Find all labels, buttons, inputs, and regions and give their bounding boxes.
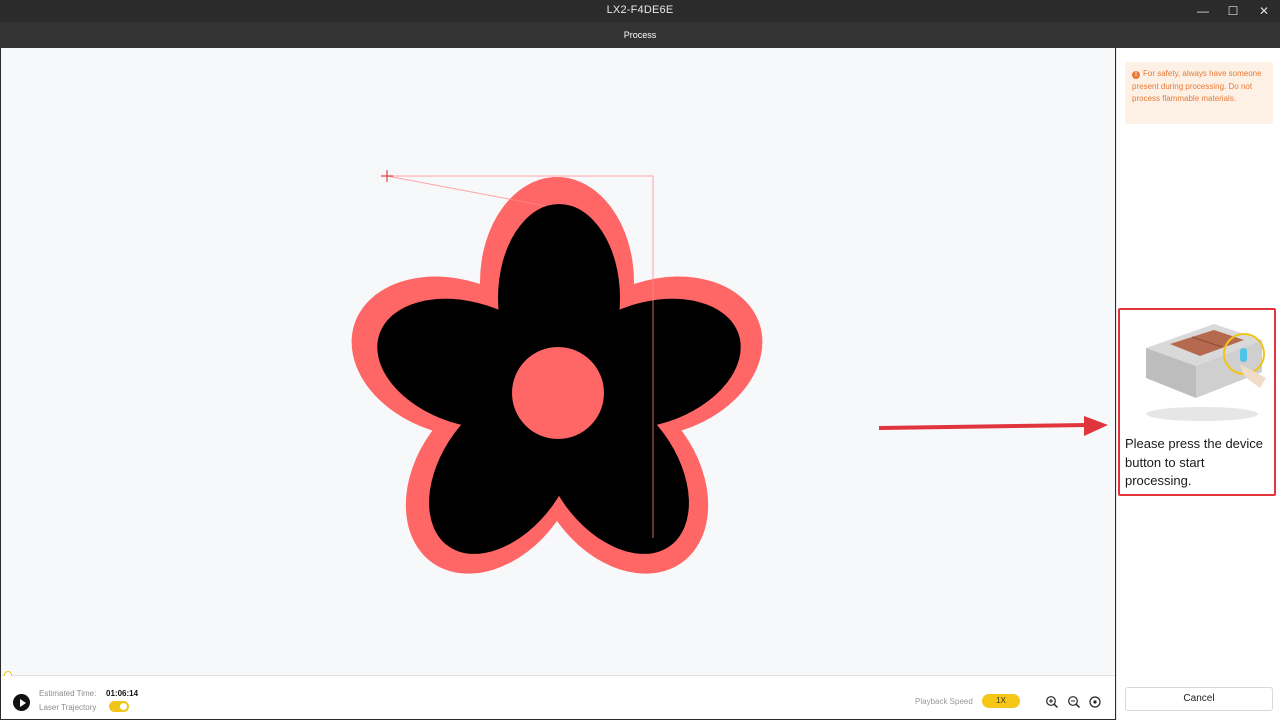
laser-trajectory-label: Laser Trajectory bbox=[39, 703, 97, 712]
minimize-icon[interactable]: — bbox=[1188, 0, 1218, 22]
safety-notice-text: For safety, always have someone present … bbox=[1132, 69, 1262, 103]
device-illustration-icon bbox=[1146, 324, 1266, 421]
process-header: Process bbox=[0, 22, 1280, 48]
estimated-time-value: 01:06:14 bbox=[106, 689, 139, 698]
zoom-in-icon[interactable] bbox=[1045, 695, 1059, 709]
play-icon[interactable] bbox=[13, 694, 30, 711]
flower-center bbox=[512, 347, 604, 439]
section-label: Process bbox=[623, 30, 657, 40]
cancel-button[interactable]: Cancel bbox=[1125, 687, 1273, 711]
preview-drawing bbox=[351, 170, 763, 574]
app-window: LX2-F4DE6E — ☐ ✕ Process Estimated Time:… bbox=[0, 0, 1280, 720]
laser-trajectory-toggle[interactable] bbox=[109, 701, 129, 712]
title-bar: LX2-F4DE6E — ☐ ✕ bbox=[0, 0, 1280, 22]
zoom-out-icon[interactable] bbox=[1067, 695, 1081, 709]
playback-bar: Estimated Time: 01:06:14 Laser Trajector… bbox=[1, 676, 1115, 719]
crosshair-icon bbox=[381, 170, 393, 182]
warning-icon: ! bbox=[1132, 71, 1140, 79]
playback-speed-label: Playback Speed bbox=[915, 697, 973, 706]
maximize-icon[interactable]: ☐ bbox=[1218, 0, 1248, 22]
preview-canvas[interactable] bbox=[1, 48, 1115, 675]
close-icon[interactable]: ✕ bbox=[1249, 0, 1279, 22]
estimated-time-label: Estimated Time: bbox=[39, 689, 97, 698]
safety-notice: ! For safety, always have someone present… bbox=[1125, 62, 1273, 124]
device-prompt-callout: Please press the device button to start … bbox=[1118, 308, 1276, 496]
device-prompt-text: Please press the device button to start … bbox=[1125, 436, 1264, 488]
fit-view-icon[interactable] bbox=[1088, 695, 1102, 709]
window-title: LX2-F4DE6E bbox=[606, 4, 674, 16]
playback-speed-button[interactable]: 1X bbox=[982, 694, 1020, 708]
